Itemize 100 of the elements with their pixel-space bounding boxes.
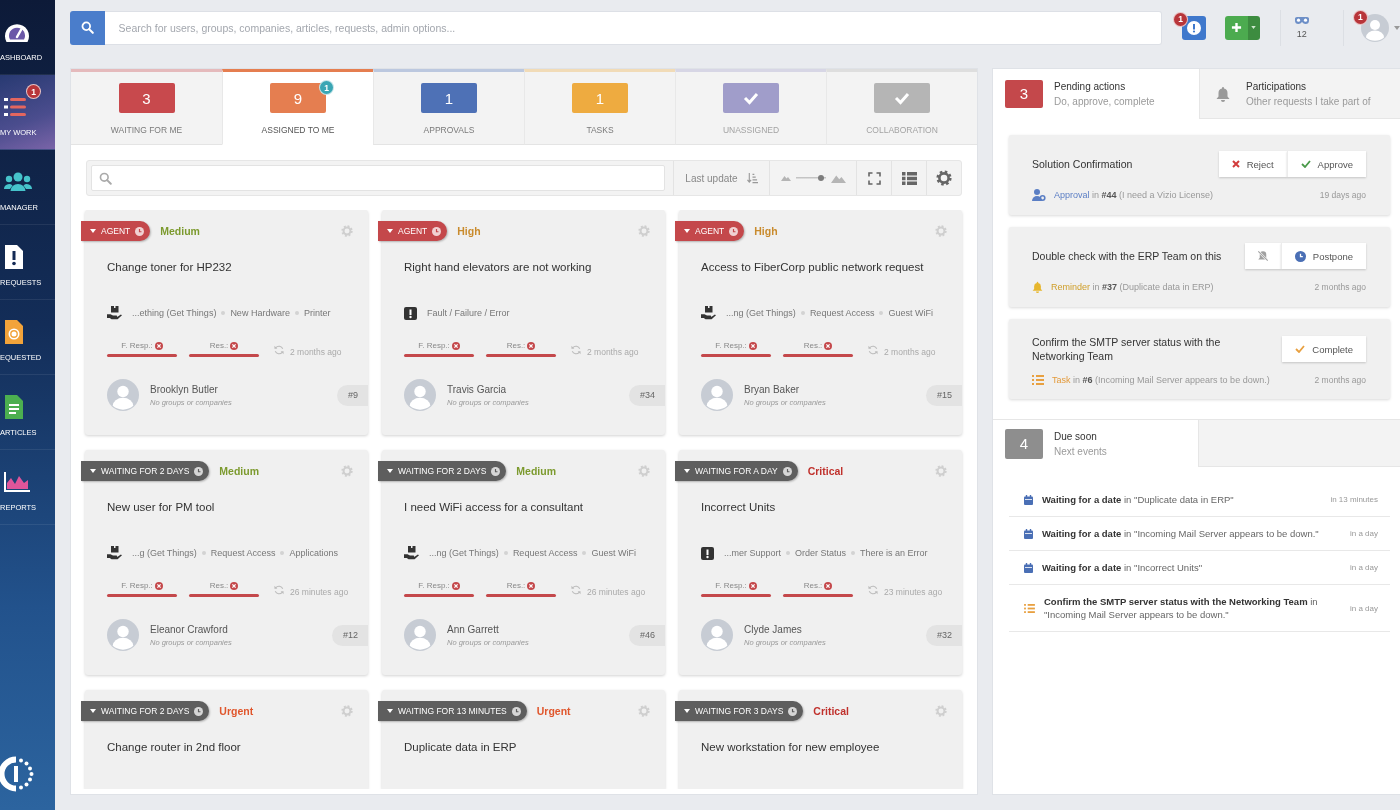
event-time: in a day — [1349, 603, 1378, 613]
mountain-small-icon — [780, 175, 791, 181]
hand-box-icon — [404, 546, 419, 560]
search-button[interactable] — [70, 10, 105, 45]
status-tag[interactable]: WAITING FOR 2 DAYS — [81, 701, 210, 721]
count-badge: 1 — [572, 83, 628, 113]
profile-menu-button[interactable] — [1361, 13, 1400, 42]
event-row[interactable]: Waiting for a date in "Incoming Mail Server appears to be down." in a day — [1009, 517, 1390, 551]
error-icon — [527, 581, 536, 590]
reject-button[interactable]: Reject — [1218, 151, 1287, 177]
refresh-icon — [868, 585, 878, 595]
status-tag[interactable]: WAITING FOR A DAY — [675, 461, 798, 481]
priority-label: Urgent — [536, 705, 571, 717]
search-icon — [80, 21, 94, 34]
filter-field[interactable] — [91, 165, 665, 191]
avatar — [701, 379, 733, 411]
status-tag[interactable]: WAITING FOR 2 DAYS — [378, 461, 507, 481]
request-title[interactable]: Access to FiberCorp public network request — [701, 259, 947, 275]
plus-icon — [1230, 22, 1242, 33]
category-crumb: Order Status — [795, 548, 847, 558]
status-tag[interactable]: WAITING FOR 13 MINUTES — [378, 701, 527, 721]
request-title[interactable]: Change router in 2nd floor — [107, 739, 353, 755]
panel-tab[interactable]: 4 Due soon Next events — [993, 420, 1199, 467]
caret-icon — [387, 709, 393, 713]
action-source: Approval in #44 (I need a Vizio License) — [1054, 190, 1214, 200]
calendar-icon — [1024, 494, 1033, 505]
category-crumb: There is an Error — [860, 548, 928, 558]
request-title[interactable]: New user for PM tool — [107, 499, 353, 515]
refresh-icon — [868, 345, 878, 355]
caret-icon — [90, 709, 96, 713]
sla-label: Res.: — [803, 581, 823, 590]
request-title[interactable]: Right hand elevators are not working — [404, 259, 650, 275]
request-title[interactable]: Incorrect Units — [701, 499, 947, 515]
work-tab[interactable]: 3 WAITING FOR ME — [71, 69, 222, 145]
event-time: in a day — [1349, 563, 1378, 572]
category-crumb: ...ng (Get Things) — [429, 548, 499, 558]
mute-button[interactable] — [1244, 243, 1281, 269]
task-list-icon — [1024, 603, 1035, 613]
request-link[interactable]: Approval — [1054, 190, 1090, 200]
event-row[interactable]: Confirm the SMTP server status with the Networking Team in "Incoming Mail Server appears to be down." in a day — [1009, 585, 1390, 632]
refresh-icon — [274, 345, 284, 355]
category-crumb: ...g (Get Things) — [132, 548, 197, 558]
mask-icon — [1293, 16, 1310, 25]
update-time: 2 months ago — [587, 347, 639, 357]
logo-icon[interactable] — [0, 756, 36, 792]
error-icon — [451, 581, 460, 590]
sla-label: F. Resp.: — [121, 341, 153, 350]
event-row[interactable]: Waiting for a date in "Incorrect Units" in a day — [1009, 551, 1390, 585]
event-text: Confirm the SMTP server status with the Networking Team in "Incoming Mail Server appears to be down." — [1044, 595, 1319, 621]
clock-icon — [491, 466, 501, 476]
zoom-slider[interactable] — [795, 174, 826, 182]
request-title[interactable]: New workstation for new employee — [701, 739, 947, 755]
update-time: 2 months ago — [290, 347, 342, 357]
avatar — [107, 619, 139, 651]
action-source: Task in #6 (Incoming Mail Server appears to be down.) — [1052, 375, 1271, 385]
add-button[interactable] — [1225, 15, 1248, 40]
slider-thumb[interactable] — [818, 175, 824, 181]
work-tab[interactable]: 9 1 ASSIGNED TO ME — [222, 69, 373, 145]
check-icon — [1300, 160, 1311, 168]
error-icon — [451, 341, 460, 350]
status-tag[interactable]: WAITING FOR 3 DAYS — [675, 701, 804, 721]
document-coin-icon — [4, 320, 24, 344]
search-field[interactable]: Search for users, groups, companies, articles, requests, admin options... — [104, 10, 1163, 45]
status-tag[interactable]: AGENT — [378, 221, 448, 241]
calendar-icon — [1024, 528, 1033, 539]
request-title[interactable]: Duplicate data in ERP — [404, 739, 650, 755]
sla-label: Res.: — [209, 581, 229, 590]
sessions-button[interactable]: 12 — [1280, 16, 1323, 39]
complete-button[interactable]: Complete — [1282, 336, 1366, 362]
event-time: in 13 minutes — [1330, 495, 1378, 504]
alerts-button[interactable] — [1182, 15, 1207, 40]
priority-label: Medium — [516, 465, 556, 477]
sla-label: F. Resp.: — [121, 581, 153, 590]
caret-icon — [684, 229, 690, 233]
panel-tab[interactable]: Participations Other requests I take part of — [1199, 69, 1400, 119]
request-number: #34 — [628, 384, 665, 406]
sla-label: F. Resp.: — [418, 341, 450, 350]
mountain-large-icon — [830, 173, 846, 183]
alert-icon — [1187, 20, 1202, 35]
category-crumb: Guest WiFi — [888, 308, 933, 318]
clock-icon — [1294, 250, 1306, 262]
work-tab[interactable]: 1 APPROVALS — [373, 69, 524, 145]
work-tab[interactable]: 1 TASKS — [524, 69, 675, 145]
status-tag[interactable]: AGENT — [81, 221, 151, 241]
event-text: Waiting for a date in "Incoming Mail Server appears to be down." — [1042, 527, 1320, 540]
status-tag[interactable]: WAITING FOR 2 DAYS — [81, 461, 210, 481]
event-row[interactable]: Waiting for a date in "Duplicate data in ERP" in 13 minutes — [1009, 483, 1390, 517]
category-crumb: ...ng (Get Things) — [726, 308, 796, 318]
count-badge: 3 — [118, 83, 175, 113]
alert-square-icon — [701, 546, 714, 560]
refresh-icon — [571, 585, 581, 595]
priority-label: High — [754, 225, 778, 237]
status-tag[interactable]: AGENT — [675, 221, 745, 241]
request-title[interactable]: I need WiFi access for a consultant — [404, 499, 650, 515]
refresh-icon — [571, 345, 581, 355]
approve-button[interactable]: Approve — [1286, 151, 1366, 177]
avatar — [404, 379, 436, 411]
request-title[interactable]: Change toner for HP232 — [107, 259, 353, 275]
action-title: Solution Confirmation — [1032, 157, 1134, 171]
postpone-button[interactable]: Postpone — [1280, 243, 1366, 269]
